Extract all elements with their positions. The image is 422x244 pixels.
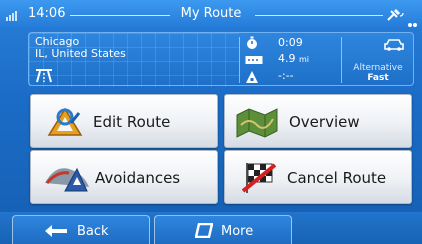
cancel-route-label: Cancel Route — [287, 169, 387, 187]
distance-unit: mi — [299, 55, 310, 64]
route-type-value: Fast — [367, 73, 389, 83]
destination-region: IL, United States — [35, 47, 126, 60]
distance-icon — [245, 56, 263, 64]
back-arrow-icon — [45, 225, 67, 237]
gps-satellite-icon — [387, 8, 404, 21]
more-icon — [195, 223, 213, 238]
more-button[interactable]: More — [154, 215, 292, 244]
back-button[interactable]: Back — [12, 215, 150, 244]
car-icon — [384, 39, 404, 51]
cancel-route-button[interactable]: Cancel Route — [224, 150, 412, 204]
flag-icon — [246, 71, 258, 83]
route-type-label: Alternative — [353, 63, 403, 73]
page-title: My Route — [180, 6, 242, 21]
avoidances-label: Avoidances — [95, 169, 181, 187]
overview-button[interactable]: Overview — [224, 94, 412, 148]
stopwatch-icon — [247, 36, 257, 49]
status-bar: 14:06 My Route — [0, 0, 422, 30]
arrival-time: -:-- — [278, 69, 294, 82]
back-label: Back — [77, 224, 109, 239]
info-divider — [239, 37, 240, 83]
remaining-time: 0:09 — [278, 36, 303, 49]
route-info-panel[interactable]: Chicago IL, United States 0:09 4.9 mi -:… — [28, 32, 414, 87]
edit-route-label: Edit Route — [93, 113, 171, 131]
more-label: More — [221, 224, 254, 239]
highway-icon — [36, 69, 52, 83]
map-overview-icon — [236, 108, 278, 138]
remaining-distance: 4.9 mi — [278, 52, 309, 65]
edit-route-icon — [47, 107, 83, 136]
edit-route-button[interactable]: Edit Route — [30, 94, 218, 148]
title-divider-right — [255, 15, 383, 16]
avoidances-icon — [45, 167, 89, 192]
checkered-flag-crossed-icon — [241, 163, 277, 193]
overview-label: Overview — [289, 113, 360, 131]
menu-dots-icon[interactable] — [408, 12, 418, 31]
avoidances-button[interactable]: Avoidances — [30, 150, 218, 204]
distance-value: 4.9 — [278, 52, 296, 65]
